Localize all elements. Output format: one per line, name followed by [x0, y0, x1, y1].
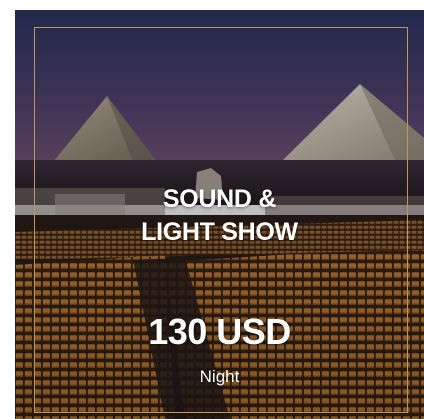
card-title-line-1: SOUND & [162, 185, 277, 213]
card-title: SOUND & LIGHT SHOW [15, 183, 424, 249]
card-title-line-2: LIGHT SHOW [141, 218, 298, 246]
sound-light-show-card[interactable]: SOUND & LIGHT SHOW 130 USD Night [15, 10, 424, 419]
price-label: 130 USD [148, 311, 291, 352]
price-period: Night [199, 367, 240, 386]
